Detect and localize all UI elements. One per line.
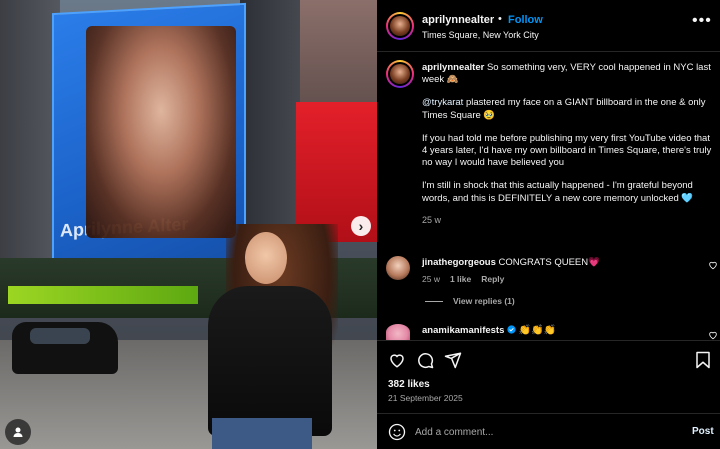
story-ring[interactable] [386, 12, 414, 40]
share-icon[interactable] [444, 351, 462, 369]
comment-input[interactable] [415, 422, 665, 442]
add-comment-bar: Post [377, 413, 720, 449]
post-actions-bar [377, 340, 720, 380]
comment-text: jinathegorgeous CONGRATS QUEEN💗 [422, 257, 600, 268]
caption-text: aprilynnealter So something very, VERY c… [422, 62, 714, 226]
commenter-avatar[interactable] [386, 324, 410, 340]
post-details-pane: aprilynnealter • Follow Times Square, Ne… [377, 0, 720, 449]
car [12, 322, 118, 374]
emoji-icon[interactable] [388, 423, 406, 441]
green-sign [8, 286, 198, 304]
comment-heart-icon[interactable] [708, 260, 718, 270]
next-image-button[interactable]: › [351, 216, 371, 236]
comment-heart-icon[interactable] [708, 330, 718, 340]
likes-count[interactable]: 382 likes [388, 379, 430, 390]
building-left [0, 0, 60, 300]
caption-username[interactable]: aprilynnealter [422, 62, 484, 73]
post-photo[interactable]: Aprilynne Alter › [0, 0, 377, 449]
comment-likes[interactable]: 1 like [450, 274, 471, 284]
commenter-username[interactable]: jinathegorgeous [422, 257, 496, 268]
view-replies-label: View replies (1) [453, 296, 515, 306]
avatar [390, 16, 410, 36]
caption-story-ring[interactable] [386, 60, 414, 88]
post-date[interactable]: 21 September 2025 [388, 393, 463, 403]
comment-icon[interactable] [416, 351, 434, 369]
person-jeans [212, 418, 312, 449]
caption-avatar [390, 64, 410, 84]
bookmark-icon[interactable] [695, 351, 711, 369]
replies-line [425, 301, 443, 303]
caption-paragraph-2: plastered my face on a GIANT billboard i… [422, 97, 706, 121]
person-face [245, 232, 287, 284]
post-header: aprilynnealter • Follow Times Square, Ne… [377, 0, 720, 52]
view-replies-button[interactable]: View replies (1) [425, 296, 515, 306]
heart-icon[interactable] [388, 351, 406, 369]
caption-paragraph-3: If you had told me before publishing my … [422, 132, 712, 169]
caption-timestamp[interactable]: 25 w [422, 214, 714, 226]
separator-dot: • [498, 13, 502, 25]
comment-text: anamikamanifests 👏👏👏 [422, 325, 556, 336]
author-username[interactable]: aprilynnealter [422, 14, 494, 26]
comment-meta: 25 w 1 like Reply [422, 274, 514, 284]
verified-badge-icon [507, 325, 516, 334]
follow-button[interactable]: Follow [508, 14, 543, 26]
commenter-username[interactable]: anamikamanifests [422, 325, 504, 336]
tagged-user-icon[interactable] [5, 419, 31, 445]
billboard-face [86, 26, 236, 238]
location-link[interactable]: Times Square, New York City [422, 30, 539, 40]
reply-button[interactable]: Reply [481, 274, 504, 284]
comment-body: CONGRATS QUEEN💗 [498, 257, 600, 268]
more-options-icon[interactable]: ••• [692, 12, 712, 30]
post-comment-button[interactable]: Post [692, 426, 714, 437]
comment-body: 👏👏👏 [518, 325, 557, 336]
person-jacket [208, 286, 332, 436]
mention-link[interactable]: @trykarat [422, 97, 463, 108]
comment-timestamp[interactable]: 25 w [422, 274, 440, 284]
commenter-avatar[interactable] [386, 256, 410, 280]
caption-paragraph-4: I'm still in shock that this actually ha… [422, 180, 694, 204]
